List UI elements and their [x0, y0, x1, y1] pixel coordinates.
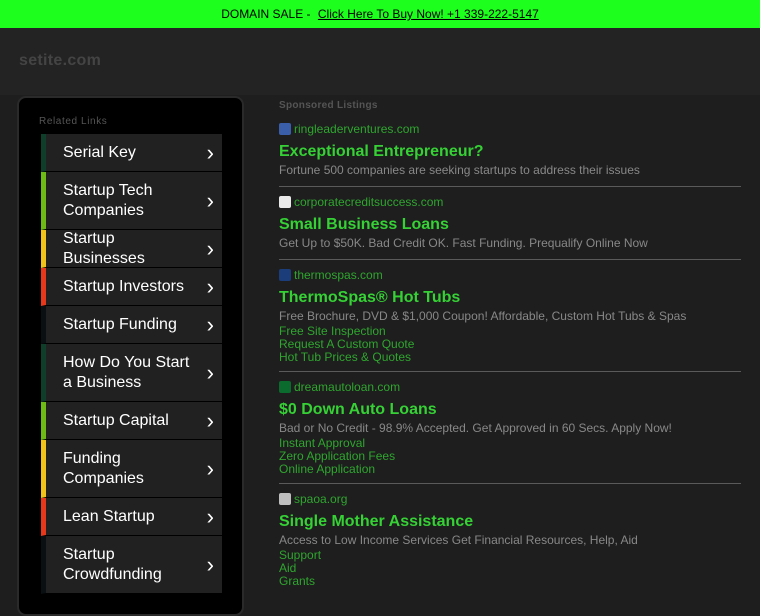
site-header: setite.com [0, 28, 760, 95]
related-link-label: Lean Startup [63, 507, 155, 525]
domain-sale-text: DOMAIN SALE - [221, 7, 311, 21]
related-links-title: Related Links [39, 116, 108, 127]
favicon-icon [279, 269, 291, 281]
related-link-4[interactable]: Startup Funding › [41, 306, 222, 344]
related-link-label: Serial Key [63, 143, 136, 161]
listing-domain-text: corporatecreditsuccess.com [294, 195, 444, 209]
related-link-label: Funding Companies [63, 449, 144, 487]
related-links-list: Serial Key › Startup Tech Companies › Startu… [41, 134, 222, 594]
sponsored-listing: ringleaderventures.com Exceptional Entrep… [279, 121, 741, 187]
related-link-3[interactable]: Startup Investors › [41, 268, 222, 306]
listing-title[interactable]: ThermoSpas® Hot Tubs [279, 288, 741, 308]
related-link-8[interactable]: Lean Startup › [41, 498, 222, 536]
listing-domain-text: dreamautoloan.com [294, 380, 401, 394]
favicon-icon [279, 196, 291, 208]
buy-now-link[interactable]: Click Here To Buy Now! +1 339-222-5147 [318, 7, 539, 21]
sponsored-listings: Sponsored Listings ringleaderventures.co… [279, 96, 741, 602]
chevron-right-icon: › [206, 187, 214, 213]
site-name: setite.com [19, 52, 102, 69]
related-link-5[interactable]: How Do You Start a Business › [41, 344, 222, 402]
chevron-right-icon: › [206, 311, 214, 337]
related-link-label: Startup Investors [63, 277, 184, 295]
listing-description: Fortune 500 companies are seeking startu… [279, 163, 640, 177]
related-link-1[interactable]: Startup Tech Companies › [41, 172, 222, 230]
listing-domain-text: ringleaderventures.com [294, 122, 420, 136]
listing-domain[interactable]: dreamautoloan.com [279, 379, 741, 395]
related-link-7[interactable]: Funding Companies › [41, 440, 222, 498]
listing-domain[interactable]: spaoa.org [279, 491, 741, 507]
favicon-icon [279, 381, 291, 393]
related-link-label: Startup Tech Companies [63, 181, 153, 219]
chevron-right-icon: › [206, 139, 214, 165]
sponsored-listing: thermospas.com ThermoSpas® Hot Tubs Free B… [279, 267, 741, 372]
listing-domain-text: spaoa.org [294, 492, 348, 506]
related-link-label: Startup Capital [63, 411, 169, 429]
listing-description: Free Brochure, DVD & $1,000 Coupon! Affo… [279, 309, 687, 323]
sponsored-listing: corporatecreditsuccess.com Small Business… [279, 194, 741, 260]
favicon-icon [279, 123, 291, 135]
listing-title[interactable]: Single Mother Assistance [279, 512, 741, 532]
listing-sublinks: Support Aid Grants [279, 549, 741, 588]
sponsored-listing: spaoa.org Single Mother Assistance Access … [279, 491, 741, 595]
related-link-2[interactable]: Startup Businesses › [41, 230, 222, 268]
listing-description: Bad or No Credit - 98.9% Accepted. Get A… [279, 421, 672, 435]
sponsored-label: Sponsored Listings [279, 100, 378, 111]
listing-domain-text: thermospas.com [294, 268, 383, 282]
listing-sublink[interactable]: Hot Tub Prices & Quotes [279, 351, 741, 364]
listing-title[interactable]: Small Business Loans [279, 215, 741, 235]
chevron-right-icon: › [206, 407, 214, 433]
related-link-label: Startup Crowdfunding [63, 545, 162, 583]
chevron-right-icon: › [206, 235, 214, 261]
related-link-label: Startup Funding [63, 315, 177, 333]
chevron-right-icon: › [206, 273, 214, 299]
domain-sale-banner: DOMAIN SALE - Click Here To Buy Now! +1 … [0, 0, 760, 28]
related-link-label: Startup Businesses [63, 229, 145, 267]
listing-domain[interactable]: thermospas.com [279, 267, 741, 283]
related-link-6[interactable]: Startup Capital › [41, 402, 222, 440]
chevron-right-icon: › [206, 359, 214, 385]
sponsored-listing: dreamautoloan.com $0 Down Auto Loans Bad o… [279, 379, 741, 484]
listing-description: Get Up to $50K. Bad Credit OK. Fast Fund… [279, 236, 648, 250]
listing-sublink[interactable]: Grants [279, 575, 741, 588]
listing-description: Access to Low Income Services Get Financ… [279, 533, 638, 547]
related-links-panel: Related Links Serial Key › Startup Tech Co… [17, 96, 244, 616]
related-link-9[interactable]: Startup Crowdfunding › [41, 536, 222, 594]
chevron-right-icon: › [206, 503, 214, 529]
favicon-icon [279, 493, 291, 505]
listing-title[interactable]: $0 Down Auto Loans [279, 400, 741, 420]
listing-sublinks: Free Site Inspection Request A Custom Quo… [279, 325, 741, 364]
related-link-label: How Do You Start a Business [63, 353, 190, 391]
listing-sublink[interactable]: Aid [279, 562, 741, 575]
listing-domain[interactable]: corporatecreditsuccess.com [279, 194, 741, 210]
chevron-right-icon: › [206, 455, 214, 481]
listing-sublink[interactable]: Online Application [279, 463, 741, 476]
listing-title[interactable]: Exceptional Entrepreneur? [279, 142, 741, 162]
listing-sublinks: Instant Approval Zero Application Fees Onl… [279, 437, 741, 476]
chevron-right-icon: › [206, 551, 214, 577]
listing-sublink[interactable]: Support [279, 549, 741, 562]
related-link-0[interactable]: Serial Key › [41, 134, 222, 172]
listing-domain[interactable]: ringleaderventures.com [279, 121, 741, 137]
